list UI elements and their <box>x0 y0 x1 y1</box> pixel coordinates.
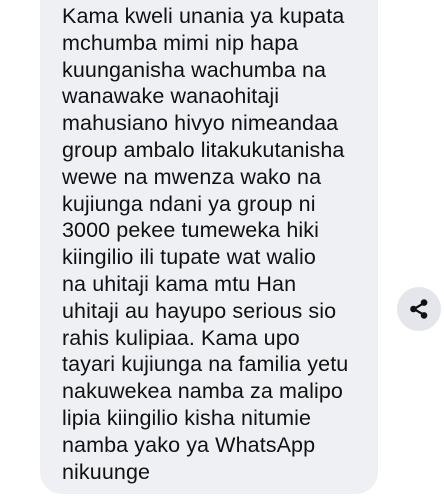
message-text: Kama kweli unania ya kupata mchumba mimi… <box>62 4 349 484</box>
share-button[interactable] <box>397 287 441 331</box>
share-icon <box>410 299 428 319</box>
chat-screen: Kama kweli unania ya kupata mchumba mimi… <box>0 0 444 500</box>
